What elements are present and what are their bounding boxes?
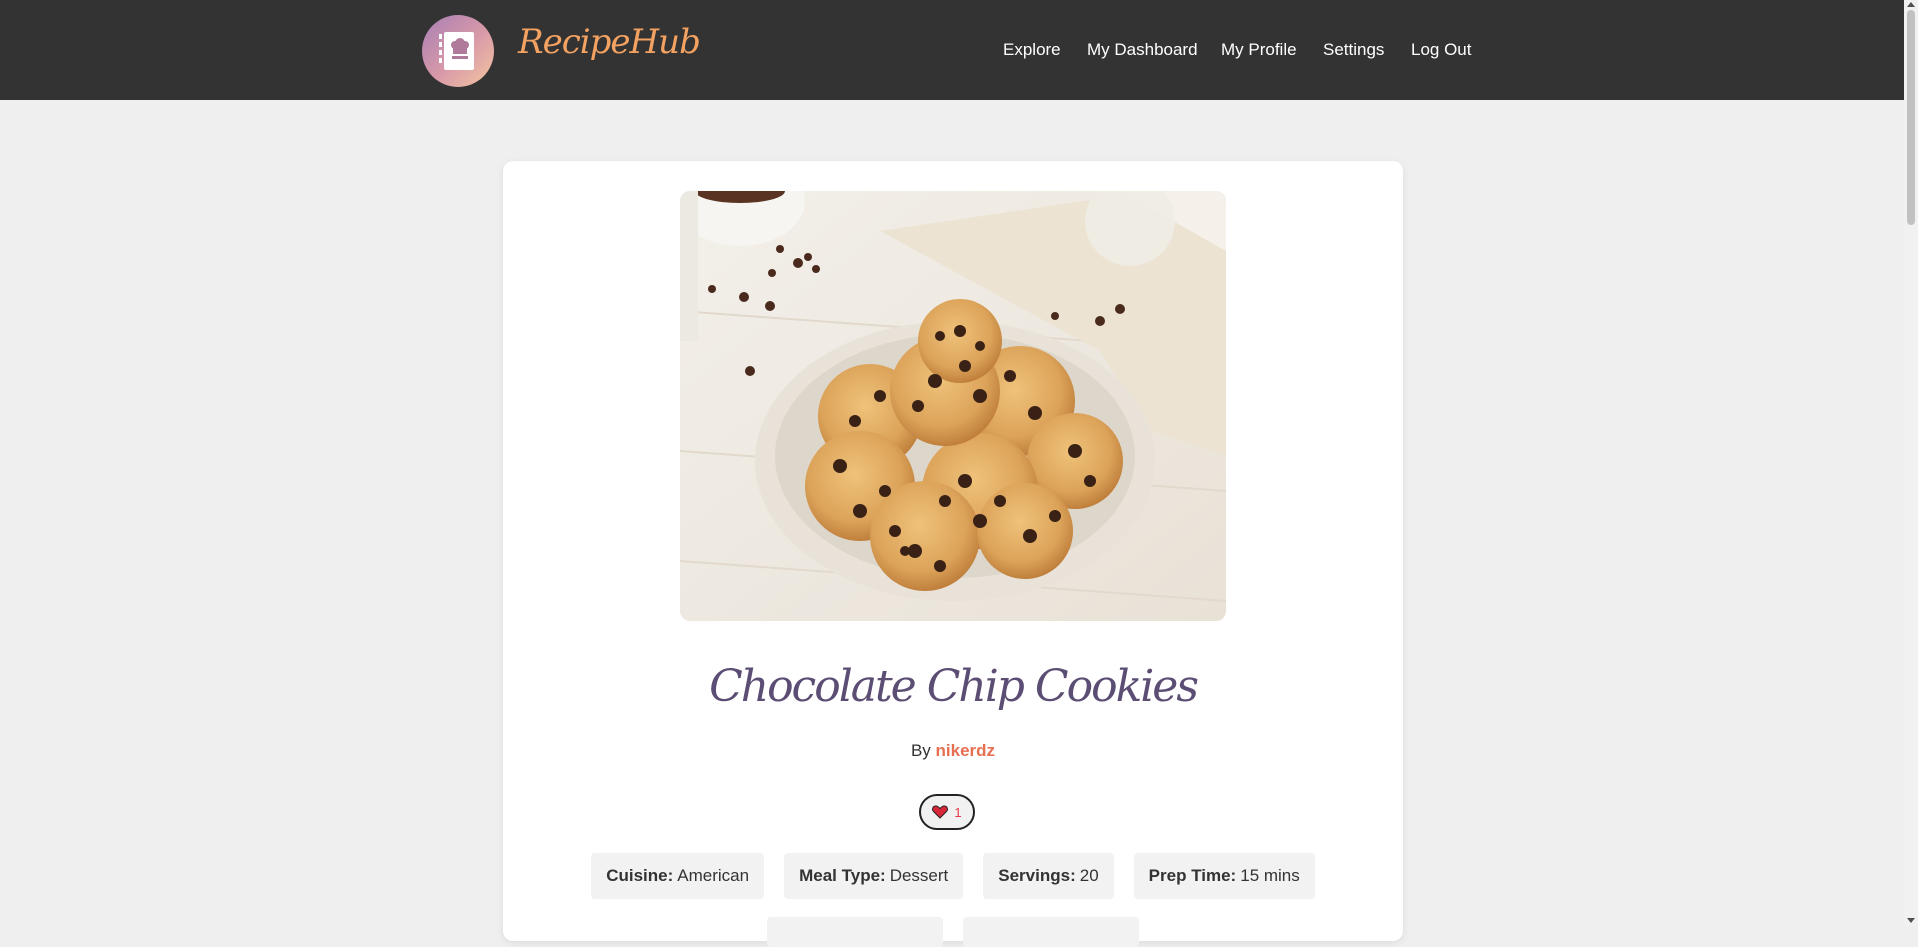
recipe-card: Chocolate Chip Cookies By nikerdz 1 Cuis… — [503, 161, 1403, 947]
logo[interactable] — [422, 15, 494, 87]
nav-log-out[interactable]: Log Out — [1411, 40, 1472, 60]
detail-label: Cuisine: — [606, 866, 674, 885]
like-button[interactable]: 1 — [919, 794, 975, 830]
detail-label: Servings: — [998, 866, 1076, 885]
nav-my-profile[interactable]: My Profile — [1221, 40, 1297, 60]
recipe-photo — [680, 191, 1226, 621]
detail-label: Prep Time: — [1148, 866, 1237, 885]
brand-name[interactable]: RecipeHub — [518, 22, 701, 62]
detail-meal-type: Meal Type: Dessert — [784, 853, 964, 899]
detail-prep-time: Prep Time: 15 mins — [1133, 853, 1315, 899]
top-navbar: RecipeHub Explore My Dashboard My Profil… — [0, 0, 1904, 100]
detail-label: Meal Type: — [799, 866, 886, 885]
scrollbar[interactable] — [1904, 0, 1918, 925]
recipe-title: Chocolate Chip Cookies — [709, 661, 1199, 712]
author-link[interactable]: nikerdz — [936, 741, 996, 760]
detail-cuisine: Cuisine: American — [591, 853, 765, 899]
detail-chip-partial — [963, 917, 1139, 947]
detail-value: 20 — [1079, 866, 1099, 885]
recipe-details-row-2 — [503, 917, 1403, 947]
detail-value: Dessert — [889, 866, 949, 885]
detail-chip-partial — [767, 917, 943, 947]
by-label: By — [910, 741, 931, 760]
scroll-down-arrow-icon[interactable] — [1907, 918, 1915, 923]
detail-value: 15 mins — [1240, 866, 1300, 885]
like-count: 1 — [954, 804, 962, 820]
scroll-up-arrow-icon[interactable] — [1907, 2, 1915, 7]
nav-my-dashboard[interactable]: My Dashboard — [1087, 40, 1198, 60]
recipe-byline: By nikerdz — [503, 741, 1403, 761]
recipe-book-icon — [439, 32, 474, 70]
heart-icon — [932, 805, 949, 819]
nav-settings[interactable]: Settings — [1323, 40, 1384, 60]
scroll-thumb[interactable] — [1907, 10, 1915, 225]
detail-value: American — [677, 866, 750, 885]
detail-servings: Servings: 20 — [983, 853, 1114, 899]
nav-explore[interactable]: Explore — [1003, 40, 1061, 60]
recipe-details: Cuisine: American Meal Type: Dessert Ser… — [503, 853, 1403, 899]
